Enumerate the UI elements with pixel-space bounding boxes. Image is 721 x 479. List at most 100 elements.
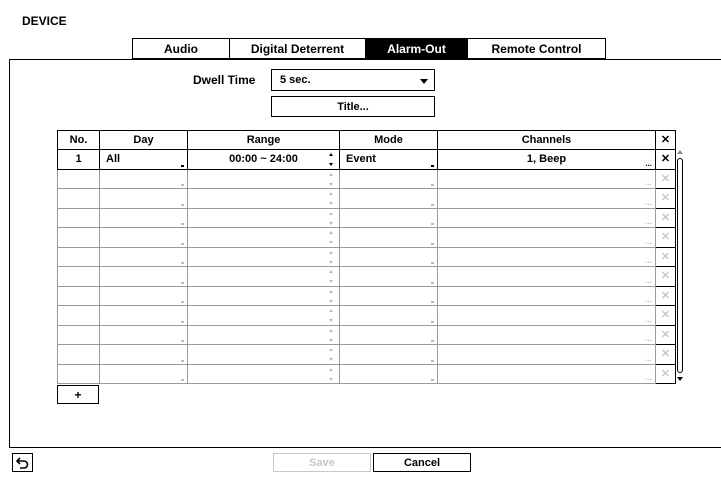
tab-digital-deterrent[interactable]: Digital Deterrent — [229, 38, 366, 59]
table-row[interactable]: ... ✕ — [57, 207, 676, 228]
day-select[interactable] — [99, 305, 188, 326]
range-spinner[interactable] — [187, 363, 340, 384]
range-spinner[interactable] — [187, 266, 340, 287]
tab-remote-control[interactable]: Remote Control — [467, 38, 606, 59]
channels-field[interactable]: ... — [437, 285, 656, 306]
scroll-down-icon[interactable] — [677, 377, 683, 381]
day-select[interactable] — [99, 285, 188, 306]
table-row[interactable]: ... ✕ — [57, 188, 676, 209]
mode-select[interactable] — [339, 344, 438, 365]
range-spinner[interactable] — [187, 324, 340, 345]
range-spinner[interactable] — [187, 207, 340, 228]
channels-field[interactable]: ... — [437, 246, 656, 267]
scroll-up-icon[interactable] — [677, 150, 683, 154]
mode-select[interactable] — [339, 324, 438, 345]
day-select[interactable] — [99, 324, 188, 345]
table-row[interactable]: ... ✕ — [57, 363, 676, 384]
spinner-icon[interactable] — [329, 211, 334, 225]
table-row[interactable]: ... ✕ — [57, 168, 676, 189]
spinner-icon[interactable] — [329, 348, 334, 361]
delete-row-icon[interactable]: ✕ — [655, 344, 676, 365]
back-button[interactable] — [12, 453, 33, 472]
table-row[interactable]: ... ✕ — [57, 266, 676, 287]
day-select[interactable] — [99, 168, 188, 189]
table-row[interactable]: ... ✕ — [57, 324, 676, 345]
table-row[interactable]: ... ✕ — [57, 305, 676, 326]
spinner-icon[interactable] — [329, 153, 334, 166]
mode-select[interactable] — [339, 363, 438, 384]
mode-select[interactable] — [339, 168, 438, 189]
range-spinner[interactable] — [187, 344, 340, 365]
table-scrollbar[interactable] — [676, 150, 684, 381]
spinner-icon[interactable] — [329, 250, 334, 264]
day-select[interactable] — [99, 207, 188, 228]
spinner-icon[interactable] — [329, 328, 334, 342]
table-row[interactable]: ... ✕ — [57, 344, 676, 365]
delete-row-icon[interactable]: ✕ — [655, 266, 676, 287]
mode-select[interactable]: Event — [339, 149, 438, 170]
range-spinner[interactable] — [187, 188, 340, 209]
mode-select[interactable] — [339, 266, 438, 287]
dwell-time-select[interactable]: 5 sec. — [271, 69, 435, 91]
mode-select[interactable] — [339, 227, 438, 248]
day-select[interactable] — [99, 363, 188, 384]
range-spinner[interactable] — [187, 168, 340, 189]
delete-row-icon[interactable]: ✕ — [655, 168, 676, 189]
channels-field[interactable]: ... — [437, 363, 656, 384]
spinner-icon[interactable] — [329, 231, 334, 244]
day-select[interactable] — [99, 188, 188, 209]
spinner-icon[interactable] — [329, 192, 334, 205]
mode-select[interactable] — [339, 246, 438, 267]
mode-select[interactable] — [339, 207, 438, 228]
range-spinner[interactable] — [187, 227, 340, 248]
channels-field[interactable]: 1, Beep... — [437, 149, 656, 170]
tab-alarm-out[interactable]: Alarm-Out — [365, 38, 468, 59]
spinner-icon[interactable] — [329, 289, 334, 303]
scrollbar-thumb[interactable] — [677, 158, 683, 373]
tab-audio[interactable]: Audio — [132, 38, 230, 59]
delete-row-icon[interactable]: ✕ — [655, 207, 676, 228]
day-select[interactable] — [99, 227, 188, 248]
mode-select[interactable] — [339, 188, 438, 209]
range-spinner[interactable]: 00:00 ~ 24:00 — [187, 149, 340, 170]
day-select[interactable] — [99, 344, 188, 365]
spinner-icon[interactable] — [329, 270, 334, 283]
table-row[interactable]: 1 All 00:00 ~ 24:00 Event 1, Beep... ✕ — [57, 149, 676, 170]
table-row[interactable]: ... ✕ — [57, 246, 676, 267]
range-spinner[interactable] — [187, 285, 340, 306]
channels-field[interactable]: ... — [437, 344, 656, 365]
delete-row-icon[interactable]: ✕ — [655, 149, 676, 170]
day-select[interactable] — [99, 266, 188, 287]
channels-field[interactable]: ... — [437, 188, 656, 209]
channels-field[interactable]: ... — [437, 305, 656, 326]
table-row[interactable]: ... ✕ — [57, 285, 676, 306]
day-select[interactable]: All — [99, 149, 188, 170]
spinner-icon[interactable] — [329, 309, 334, 322]
cancel-button[interactable]: Cancel — [373, 453, 471, 472]
row-number — [57, 227, 100, 248]
save-button[interactable]: Save — [273, 453, 371, 472]
title-button[interactable]: Title... — [271, 96, 435, 117]
channels-field[interactable]: ... — [437, 266, 656, 287]
range-spinner[interactable] — [187, 246, 340, 267]
table-row[interactable]: ... ✕ — [57, 227, 676, 248]
delete-row-icon[interactable]: ✕ — [655, 285, 676, 306]
channels-field[interactable]: ... — [437, 227, 656, 248]
mode-select[interactable] — [339, 285, 438, 306]
channels-field[interactable]: ... — [437, 207, 656, 228]
delete-row-icon[interactable]: ✕ — [655, 188, 676, 209]
mode-select[interactable] — [339, 305, 438, 326]
delete-all-icon[interactable]: ✕ — [655, 130, 676, 150]
delete-row-icon[interactable]: ✕ — [655, 227, 676, 248]
delete-row-icon[interactable]: ✕ — [655, 246, 676, 267]
add-row-button[interactable]: + — [57, 385, 99, 404]
channels-field[interactable]: ... — [437, 168, 656, 189]
delete-row-icon[interactable]: ✕ — [655, 305, 676, 326]
spinner-icon[interactable] — [329, 172, 334, 186]
day-select[interactable] — [99, 246, 188, 267]
range-spinner[interactable] — [187, 305, 340, 326]
delete-row-icon[interactable]: ✕ — [655, 324, 676, 345]
channels-field[interactable]: ... — [437, 324, 656, 345]
delete-row-icon[interactable]: ✕ — [655, 363, 676, 384]
spinner-icon[interactable] — [329, 367, 334, 381]
